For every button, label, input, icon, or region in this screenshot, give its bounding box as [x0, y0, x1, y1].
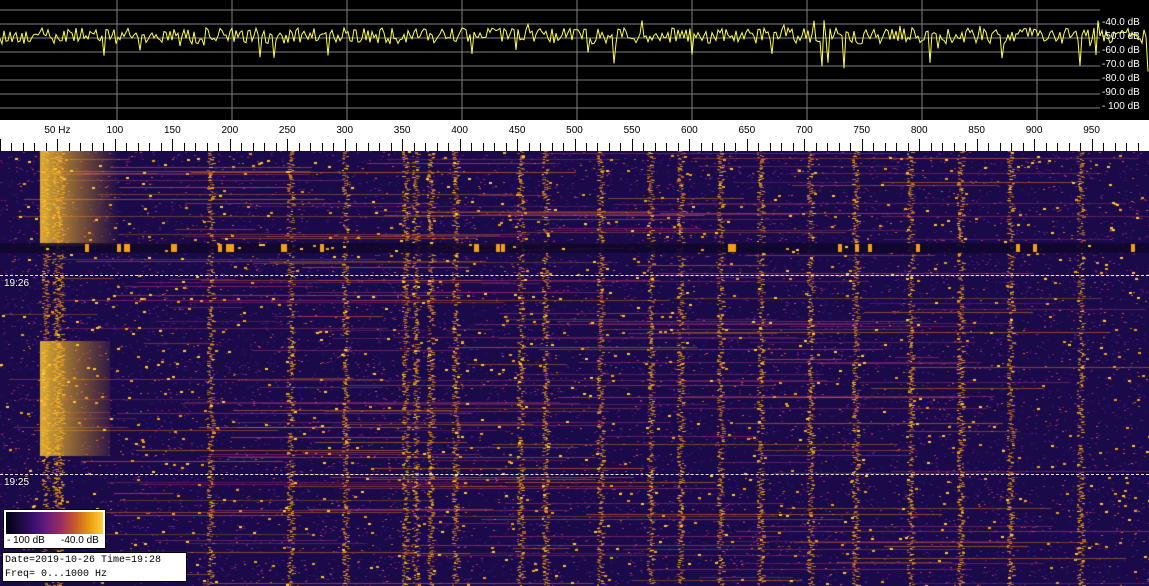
spectrum-trace [0, 20, 1149, 72]
time-marker-line-2 [0, 474, 1149, 475]
ruler-tick-label: 200 [221, 125, 238, 136]
spectrum-graph [0, 0, 1149, 120]
time-marker-label-2: 19:25 [4, 477, 30, 488]
info-box: Date=2019-10-26 Time=19:28 Freq= 0...100… [2, 552, 187, 582]
frequency-axis: 50 Hz 100 150 200 250 300 350 400 450 500 550 600 65… [0, 125, 1139, 151]
db-label-4: -70.0 dB [1102, 59, 1140, 70]
db-label-6: -90.0 dB [1102, 87, 1140, 98]
ruler-tick-label: 600 [681, 125, 698, 136]
waterfall-display[interactable]: 19:26 19:25 [0, 151, 1149, 586]
ruler-tick-label: 100 [107, 125, 124, 136]
db-label-5: -80.0 dB [1102, 73, 1140, 84]
db-label-3: -60.0 dB [1102, 45, 1140, 56]
ruler-tick-label: 50 Hz [44, 125, 70, 136]
ruler-tick-label: 650 [739, 125, 756, 136]
ruler-tick-label: 950 [1083, 125, 1100, 136]
color-scale-legend: - 100 dB -40.0 dB [3, 509, 106, 549]
time-marker-label-1: 19:26 [4, 278, 30, 289]
db-label-7: - 100 dB [1102, 101, 1140, 112]
frequency-ruler[interactable]: 50 Hz 100 150 200 250 300 350 400 450 500 550 600 65… [0, 121, 1149, 151]
ruler-tick-label: 850 [968, 125, 985, 136]
ruler-tick-label: 150 [164, 125, 181, 136]
ruler-tick-label: 800 [911, 125, 928, 136]
ruler-tick-label: 350 [394, 125, 411, 136]
ruler-tick-label: 750 [853, 125, 870, 136]
waterfall-canvas [0, 151, 1149, 586]
db-label-1: -40.0 dB [1102, 17, 1140, 28]
ruler-tick-label: 450 [509, 125, 526, 136]
info-frequency-range: Freq= 0...1000 Hz [5, 569, 108, 580]
spectrum-plot[interactable]: -40.0 dB -50.0 dB -60.0 dB -70.0 dB -80.… [0, 0, 1149, 121]
info-date-time: Date=2019-10-26 Time=19:28 [5, 555, 162, 566]
ruler-tick-label: 400 [451, 125, 468, 136]
color-scale-min-label: - 100 dB [7, 535, 45, 546]
ruler-tick-label: 250 [279, 125, 296, 136]
time-marker-line-1 [0, 275, 1149, 276]
ruler-tick-label: 500 [566, 125, 583, 136]
ruler-tick-label: 900 [1026, 125, 1043, 136]
ruler-tick-label: 550 [624, 125, 641, 136]
color-scale-max-label: -40.0 dB [61, 535, 99, 546]
db-label-2: -50.0 dB [1102, 31, 1140, 42]
ruler-tick-label: 300 [336, 125, 353, 136]
color-scale-gradient [6, 512, 103, 534]
ruler-tick-label: 700 [796, 125, 813, 136]
